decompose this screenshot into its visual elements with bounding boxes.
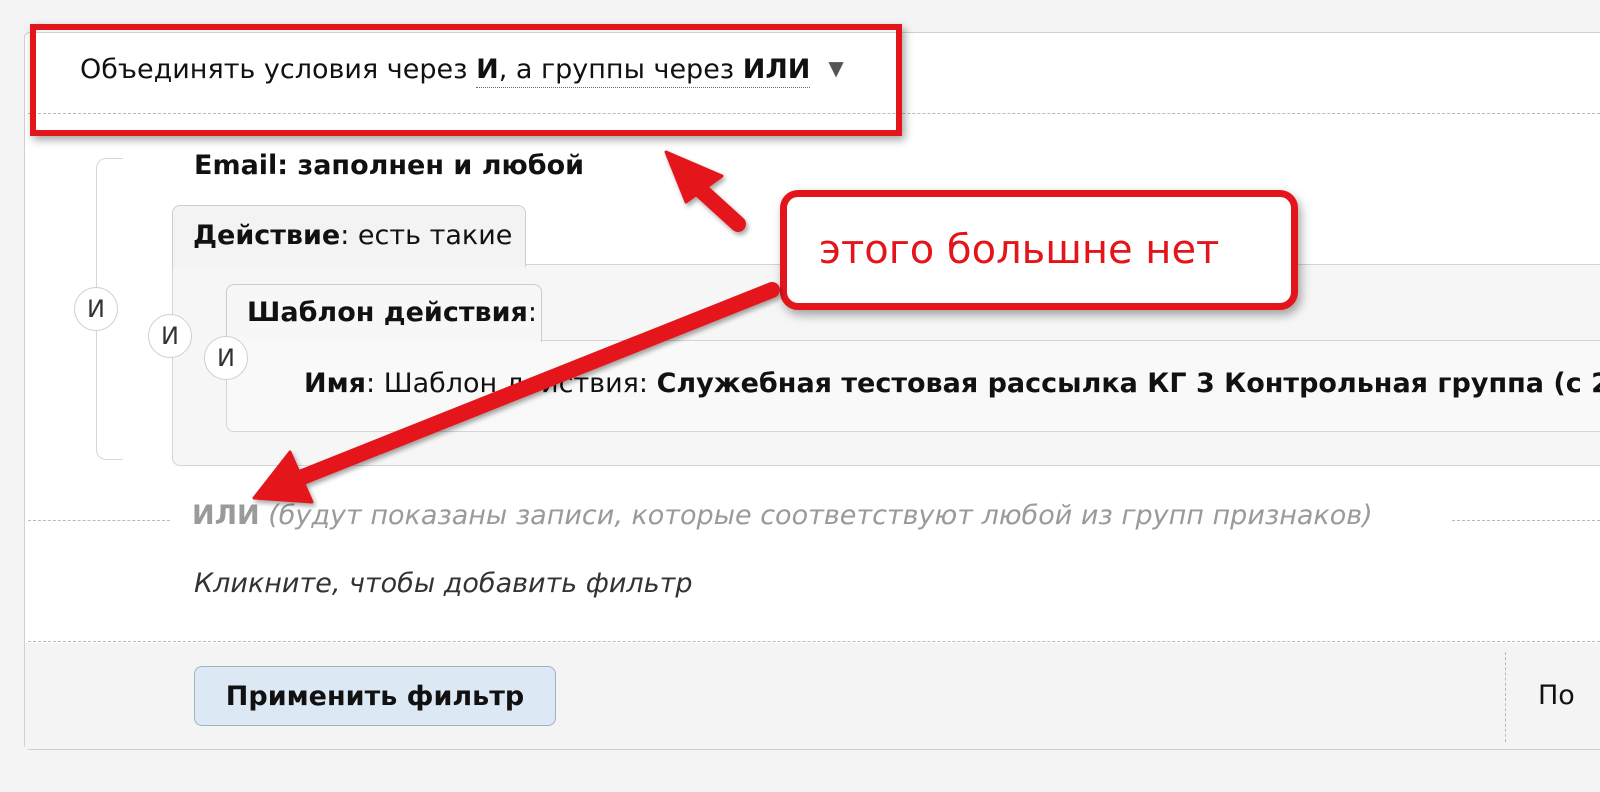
annotation-arrows — [252, 150, 780, 504]
arrow-to-or-separator — [292, 282, 780, 486]
